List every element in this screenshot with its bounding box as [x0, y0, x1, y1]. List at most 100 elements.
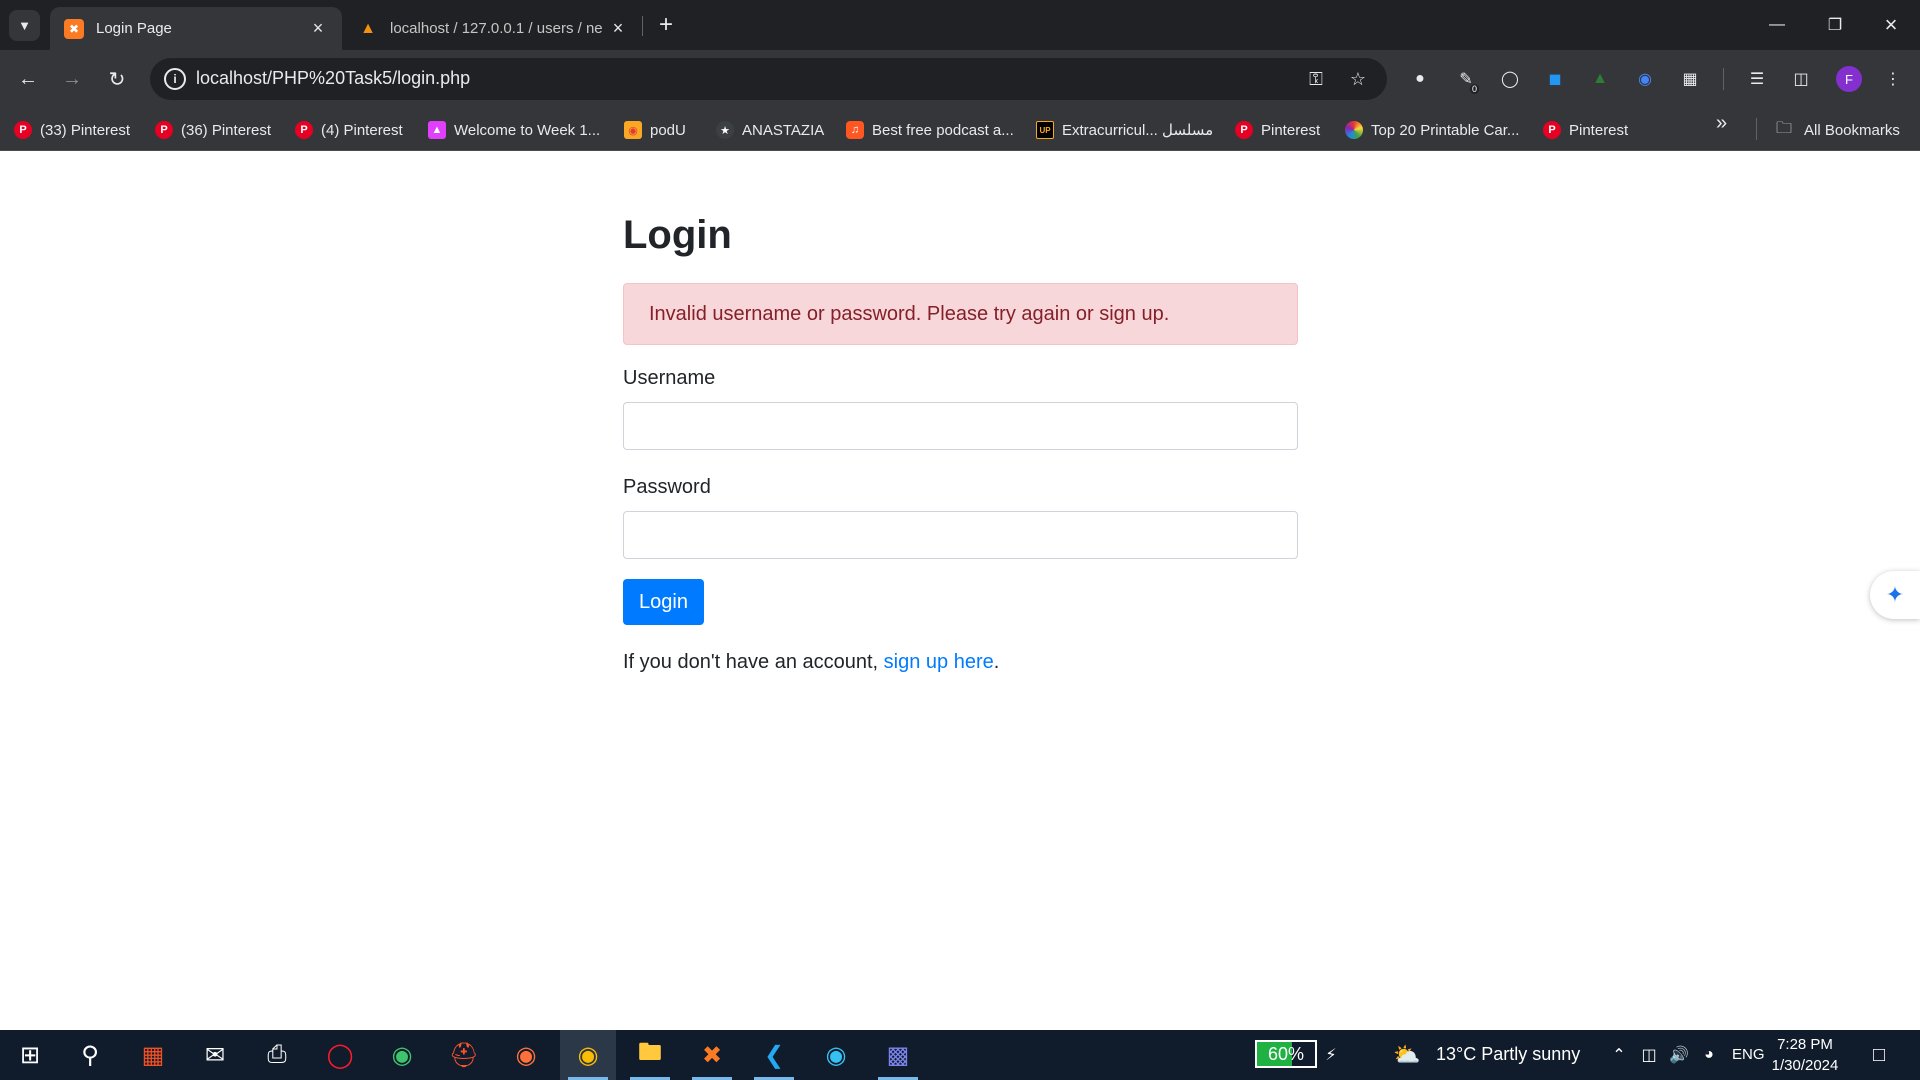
bookmark-item[interactable]: P (4) Pinterest [295, 119, 403, 141]
minimize-button[interactable]: — [1748, 0, 1806, 50]
bookmark-label: Best free podcast a... [872, 121, 1014, 139]
chevron-up-icon[interactable]: ⌃ [1608, 1043, 1630, 1067]
bookmark-item[interactable]: P (33) Pinterest [14, 119, 130, 141]
bookmark-item[interactable]: ▲ Welcome to Week 1... [428, 119, 600, 141]
volume-icon[interactable]: 🔊 [1668, 1043, 1690, 1067]
close-icon[interactable]: × [308, 18, 328, 39]
windows-taskbar: ⊞ ⚲ ▦ ✉ ⎙ ◯ ◉ ⛑ ◉ ◉ 🖿 ✖ ❮ ◉ ▩ [0, 1030, 1920, 1080]
bookmark-item[interactable]: P Pinterest [1543, 119, 1628, 141]
signup-link[interactable]: sign up here [884, 651, 994, 673]
new-tab-button[interactable]: + [652, 11, 680, 39]
opera-icon[interactable]: ◯ [312, 1030, 368, 1080]
password-label: Password [623, 476, 711, 498]
bookmark-item[interactable]: ♫ Best free podcast a... [846, 119, 1014, 141]
podcast-icon: ♫ [846, 121, 864, 139]
login-container: Login Invalid username or password. Plea… [623, 211, 1298, 674]
bookmark-label: (36) Pinterest [181, 121, 272, 139]
bookmark-item[interactable]: P (36) Pinterest [155, 119, 271, 141]
folder-icon: 🗀 [1776, 119, 1793, 137]
address-bar[interactable]: i localhost/PHP%20Task5/login.php ⚿ ☆ [150, 58, 1387, 100]
extension-shell-icon[interactable]: ● [1407, 66, 1433, 92]
teams-icon[interactable]: ▩ [870, 1030, 926, 1080]
puzzle-icon[interactable]: ▦ [1677, 66, 1703, 92]
all-bookmarks-button[interactable]: 🗀 All Bookmarks [1776, 119, 1900, 141]
mail-icon[interactable]: ✉ [187, 1030, 243, 1080]
close-window-button[interactable]: × [1862, 0, 1920, 50]
restore-button[interactable]: ❐ [1806, 0, 1864, 50]
search-icon[interactable]: ⚲ [62, 1030, 118, 1080]
bookmark-item[interactable]: ◉ podU [624, 119, 686, 141]
restore-icon: ❐ [1827, 17, 1843, 34]
bookmark-label: ANASTAZIA [742, 121, 825, 139]
close-icon[interactable]: × [608, 18, 628, 39]
bookmarks-divider [1756, 118, 1757, 140]
pinterest-icon: P [155, 121, 173, 139]
wifi-icon[interactable]: ◕ [1698, 1043, 1720, 1067]
clock-date: 1/30/2024 [1771, 1057, 1839, 1074]
bookmark-label: (33) Pinterest [40, 121, 131, 139]
reload-button[interactable]: ↻ [101, 63, 133, 95]
page-title: Login [623, 213, 732, 257]
bookmark-label: Welcome to Week 1... [454, 121, 601, 139]
sparkle-drop-icon[interactable]: ✦ [1870, 571, 1920, 619]
bookmark-label: Pinterest [1261, 121, 1321, 139]
clock[interactable]: 7:28 PM 1/30/2024 [1770, 1034, 1840, 1076]
menu-kebab-icon[interactable]: ⋮ [1880, 66, 1906, 92]
language-indicator[interactable]: ENG [1732, 1046, 1765, 1063]
bookmark-item[interactable]: P Pinterest [1235, 119, 1320, 141]
water-drop-icon[interactable]: ◼ [1542, 66, 1568, 92]
tab-search-button[interactable]: ▼ [9, 10, 40, 41]
globe-icon[interactable]: ◯ [1497, 66, 1523, 92]
username-input[interactable] [623, 402, 1298, 450]
page-content: Login Invalid username or password. Plea… [0, 151, 1920, 1030]
tab-login-page[interactable]: ✖ Login Page × [50, 7, 342, 50]
password-input[interactable] [623, 511, 1298, 559]
password-key-icon[interactable]: ⚿ [1304, 67, 1328, 91]
windows-start-icon[interactable]: ⊞ [2, 1030, 58, 1080]
bookmark-item[interactable]: ★ ANASTAZIA [716, 119, 824, 141]
bookmarks-overflow-icon[interactable]: » [1716, 112, 1727, 135]
tab-title: localhost / 127.0.0.1 / users / ne [390, 20, 603, 37]
weather-text[interactable]: 13°C Partly sunny [1436, 1044, 1580, 1065]
network-device-icon[interactable]: ◫ [1638, 1043, 1660, 1067]
site-info-icon[interactable]: i [164, 68, 186, 90]
bookmark-item[interactable]: Top 20 Printable Car... [1345, 119, 1519, 141]
weather-icon[interactable]: ⛅ [1393, 1042, 1420, 1067]
notifications-icon[interactable]: □ [1868, 1043, 1890, 1067]
login-button[interactable]: Login [623, 579, 704, 625]
store-icon[interactable]: ▦ [125, 1030, 181, 1080]
printer-icon[interactable]: ⎙ [249, 1030, 305, 1080]
back-button[interactable]: ← [12, 63, 44, 95]
edge-dev-icon[interactable]: ◉ [374, 1030, 430, 1080]
address-url[interactable]: localhost/PHP%20Task5/login.php [196, 68, 470, 89]
chrome-icon[interactable]: ◉ [560, 1030, 616, 1080]
bookmark-label: podU [650, 121, 686, 139]
signup-suffix: . [993, 651, 1000, 673]
xampp-icon[interactable]: ✖ [684, 1030, 740, 1080]
edge-icon[interactable]: ◉ [808, 1030, 864, 1080]
firefox-icon[interactable]: ◉ [498, 1030, 554, 1080]
up-icon: UP [1036, 121, 1054, 139]
bookmark-item[interactable]: UP Extracurricul... مسلسل [1036, 119, 1213, 141]
battery-percent: 60% [1267, 1043, 1305, 1064]
phpmyadmin-icon: ▲ [360, 19, 376, 37]
profile-avatar[interactable]: F [1836, 66, 1862, 92]
arrow-right-icon: → [62, 67, 82, 90]
file-explorer-icon[interactable]: 🖿 [622, 1030, 678, 1080]
color-wheel-icon[interactable]: ◉ [1632, 66, 1658, 92]
forward-button[interactable]: → [56, 63, 88, 95]
vscode-icon[interactable]: ❮ [746, 1030, 802, 1080]
extension-edit-icon[interactable]: ✎ 0 [1453, 66, 1479, 94]
bookmark-star-icon[interactable]: ☆ [1346, 67, 1370, 91]
signup-prompt: If you don't have an account, sign up he… [623, 651, 1298, 674]
media-queue-icon[interactable]: ☰ [1744, 66, 1770, 92]
side-panel-icon[interactable]: ◫ [1788, 66, 1814, 92]
tab-phpmyadmin[interactable]: ▲ localhost / 127.0.0.1 / users / ne × [344, 7, 642, 50]
extension-badge: 0 [1469, 84, 1479, 94]
pinterest-icon: P [1543, 121, 1561, 139]
tree-icon[interactable]: ▲ [1587, 66, 1613, 92]
arrow-left-icon: ← [18, 67, 38, 90]
clock-time: 7:28 PM [1777, 1036, 1833, 1053]
brave-icon[interactable]: ⛑ [436, 1030, 492, 1080]
battery-indicator[interactable]: 60% [1255, 1040, 1317, 1068]
